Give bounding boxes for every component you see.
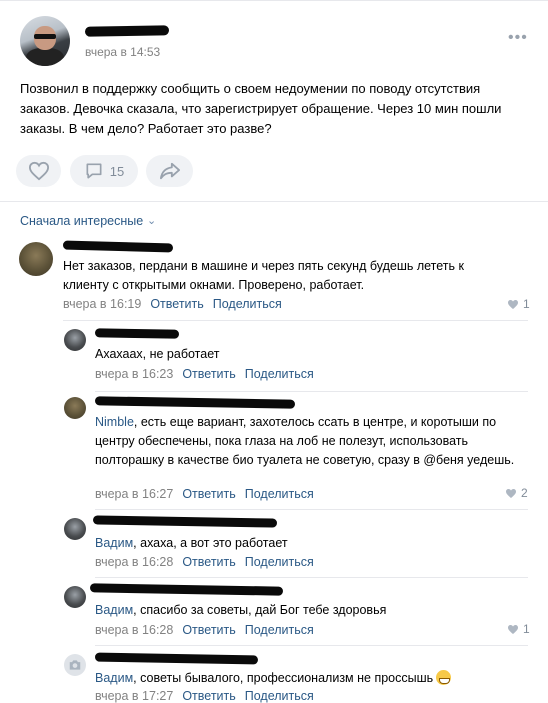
commenter-avatar[interactable] [64, 518, 86, 540]
commenter-avatar[interactable] [64, 586, 86, 608]
comment-time[interactable]: вчера в 16:28 [95, 623, 173, 637]
comments-sort-dropdown[interactable]: Сначала интересные [20, 214, 143, 228]
like-count: 1 [523, 622, 530, 636]
comment-button[interactable]: 15 [70, 155, 138, 187]
separator [63, 320, 528, 321]
post-time[interactable]: вчера в 14:53 [85, 45, 160, 59]
commenter-name-redacted[interactable] [89, 583, 284, 596]
mention-link[interactable]: Вадим [95, 536, 133, 550]
comment-text: Нет заказов, пердани в машине и через пя… [63, 259, 464, 292]
comment-text: Вадим, советы бывалого, профессионализм … [95, 669, 452, 688]
author-name-redacted[interactable] [84, 25, 170, 37]
commenter-name-redacted[interactable] [92, 515, 278, 528]
like-count: 1 [523, 297, 530, 311]
comment-text: Nimble, есть еще вариант, захотелось сса… [95, 415, 515, 467]
separator [95, 577, 528, 578]
commenter-avatar[interactable] [19, 242, 53, 276]
commenter-avatar[interactable] [64, 329, 86, 351]
comment-meta: вчера в 16:28 Ответить Поделиться [95, 555, 314, 569]
mention-link[interactable]: Nimble [95, 415, 134, 429]
comment-like[interactable]: 1 [507, 622, 530, 636]
comment-like[interactable]: 2 [505, 486, 528, 500]
grinning-emoji-icon [436, 670, 452, 685]
post-text: Позвонил в поддержку сообщить о своем не… [20, 81, 502, 136]
comment-time[interactable]: вчера в 16:27 [95, 487, 173, 501]
comment-meta: вчера в 17:27 Ответить Поделиться [95, 689, 314, 703]
more-icon[interactable]: ••• [508, 29, 528, 47]
share-link[interactable]: Поделиться [245, 367, 314, 381]
reply-button[interactable]: Ответить [182, 487, 235, 501]
comment-text: Вадим, ахаха, а вот это работает [95, 536, 288, 550]
share-link[interactable]: Поделиться [245, 623, 314, 637]
comment-text: Ахахаах, не работает [95, 347, 220, 361]
comment-icon [86, 163, 102, 179]
share-button[interactable] [146, 155, 193, 187]
divider [0, 201, 548, 202]
mention-link[interactable]: Вадим [95, 603, 133, 617]
comments-count: 15 [109, 163, 125, 179]
separator [95, 391, 528, 392]
like-count: 2 [521, 486, 528, 500]
reply-button[interactable]: Ответить [182, 367, 235, 381]
comment-time[interactable]: вчера в 16:23 [95, 367, 173, 381]
post-card-border [0, 0, 548, 1]
camera-icon [69, 660, 81, 670]
share-link[interactable]: Поделиться [245, 689, 314, 703]
comment-text: Вадим, спасибо за советы, дай Бог тебе з… [95, 603, 387, 617]
commenter-name-redacted[interactable] [94, 396, 296, 409]
separator [95, 645, 528, 646]
comment-time[interactable]: вчера в 16:28 [95, 555, 173, 569]
commenter-avatar[interactable] [64, 397, 86, 419]
share-link[interactable]: Поделиться [245, 555, 314, 569]
share-icon [159, 162, 180, 180]
reply-button[interactable]: Ответить [150, 297, 203, 311]
reply-button[interactable]: Ответить [182, 555, 235, 569]
share-link[interactable]: Поделиться [213, 297, 282, 311]
commenter-name-redacted[interactable] [94, 328, 180, 339]
like-button[interactable] [16, 155, 61, 187]
comment-meta: вчера в 16:27 Ответить Поделиться [95, 487, 314, 501]
share-link[interactable]: Поделиться [245, 487, 314, 501]
separator [95, 509, 528, 510]
commenter-avatar[interactable] [64, 654, 86, 676]
commenter-name-redacted[interactable] [62, 240, 174, 253]
heart-icon [508, 299, 518, 309]
reply-button[interactable]: Ответить [182, 689, 235, 703]
commenter-name-redacted[interactable] [94, 652, 259, 665]
reply-button[interactable]: Ответить [182, 623, 235, 637]
chevron-down-icon[interactable]: ⌄ [147, 214, 156, 227]
mention-link[interactable]: Вадим [95, 671, 133, 685]
heart-icon [506, 488, 516, 498]
heart-icon [508, 624, 518, 634]
author-avatar[interactable] [20, 16, 70, 66]
comment-time[interactable]: вчера в 16:19 [63, 297, 141, 311]
comment-meta: вчера в 16:23 Ответить Поделиться [95, 367, 314, 381]
comment-time[interactable]: вчера в 17:27 [95, 689, 173, 703]
comment-like[interactable]: 1 [507, 297, 530, 311]
comment-meta: вчера в 16:19 Ответить Поделиться [63, 297, 282, 311]
comment-meta: вчера в 16:28 Ответить Поделиться [95, 623, 314, 637]
heart-icon [28, 161, 49, 181]
